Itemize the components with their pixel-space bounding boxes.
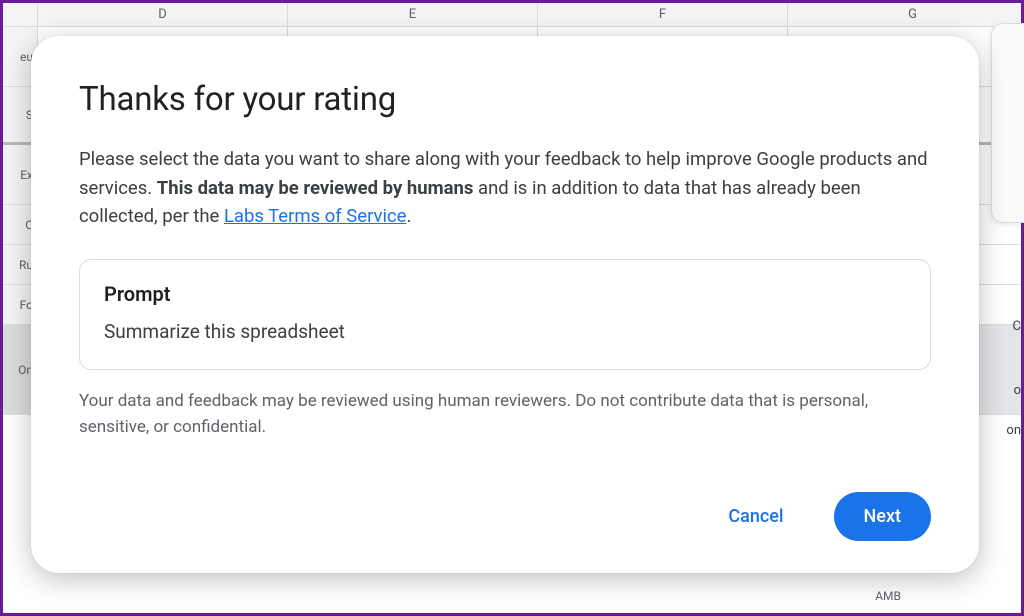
column-header[interactable]: F [538, 3, 788, 26]
desc-bold: This data may be reviewed by humans [157, 177, 474, 199]
desc-text: . [406, 205, 411, 227]
column-header[interactable]: D [38, 3, 288, 26]
column-header[interactable]: G [788, 3, 1024, 26]
dialog-actions: Cancel Next [79, 472, 931, 541]
next-button[interactable]: Next [834, 492, 931, 541]
terms-link[interactable]: Labs Terms of Service [224, 205, 407, 227]
side-text: C [1013, 319, 1021, 334]
side-text: on [1006, 423, 1021, 438]
prompt-label: Prompt [104, 282, 906, 306]
cancel-button[interactable]: Cancel [698, 492, 813, 541]
prompt-text: Summarize this spreadsheet [104, 320, 906, 343]
column-header[interactable]: E [288, 3, 538, 26]
bottom-label: AMB [875, 589, 901, 603]
side-panel [991, 23, 1024, 223]
disclaimer-text: Your data and feedback may be reviewed u… [79, 388, 931, 441]
dialog-description: Please select the data you want to share… [79, 145, 931, 231]
prompt-card: Prompt Summarize this spreadsheet [79, 259, 931, 370]
row-header-blank [3, 3, 38, 26]
side-text: o [1014, 383, 1021, 398]
dialog-title: Thanks for your rating [79, 80, 931, 119]
viewport: D E F G eu S Ex C Ru Fo On C o on AMB Th… [0, 0, 1024, 616]
feedback-dialog: Thanks for your rating Please select the… [31, 36, 979, 573]
column-headers: D E F G [3, 3, 1021, 27]
